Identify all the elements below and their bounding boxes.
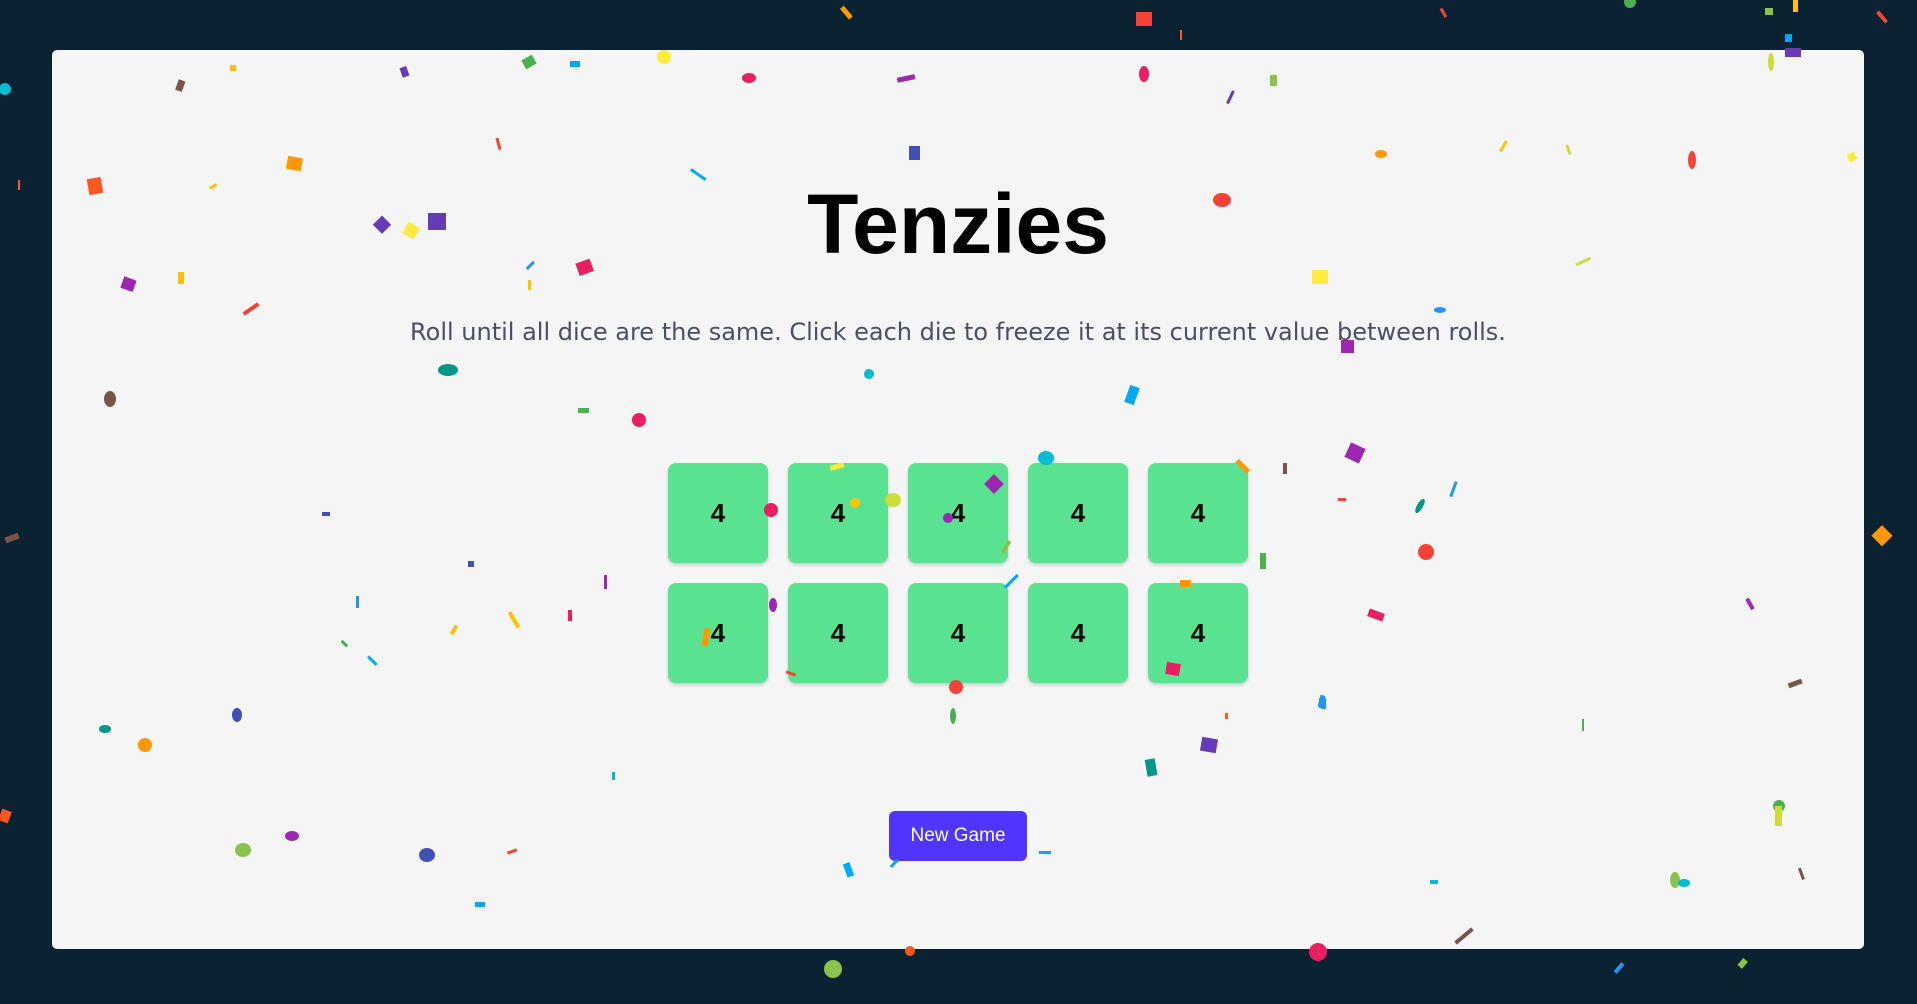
instructions-text: Roll until all dice are the same. Click …: [410, 318, 1506, 346]
confetti-piece: [824, 960, 842, 978]
confetti-piece: [1439, 7, 1448, 18]
die[interactable]: 4: [668, 463, 768, 563]
die[interactable]: 4: [668, 583, 768, 683]
die[interactable]: 4: [788, 463, 888, 563]
dice-grid: 4 4 4 4 4 4 4 4 4 4: [668, 463, 1251, 683]
die[interactable]: 4: [1148, 583, 1248, 683]
confetti-piece: [0, 808, 12, 824]
confetti-piece: [1624, 0, 1636, 8]
confetti-piece: [1793, 0, 1798, 12]
confetti-piece: [1136, 12, 1152, 26]
game-board: Tenzies Roll until all dice are the same…: [52, 50, 1864, 949]
confetti-piece: [1875, 10, 1889, 24]
die[interactable]: 4: [1028, 463, 1128, 563]
die[interactable]: 4: [908, 463, 1008, 563]
confetti-piece: [18, 180, 20, 190]
die[interactable]: 4: [908, 583, 1008, 683]
confetti-piece: [1737, 958, 1748, 969]
confetti-piece: [1613, 962, 1625, 974]
die[interactable]: 4: [1148, 463, 1248, 563]
page-title: Tenzies: [807, 177, 1109, 271]
confetti-piece: [839, 5, 853, 20]
die[interactable]: 4: [788, 583, 888, 683]
confetti-piece: [1765, 8, 1773, 15]
confetti-piece: [1871, 525, 1893, 547]
new-game-button[interactable]: New Game: [889, 811, 1027, 861]
confetti-piece: [4, 532, 20, 544]
confetti-piece: [0, 83, 11, 95]
confetti-piece: [1180, 30, 1182, 40]
confetti-piece: [1785, 34, 1792, 42]
die[interactable]: 4: [1028, 583, 1128, 683]
